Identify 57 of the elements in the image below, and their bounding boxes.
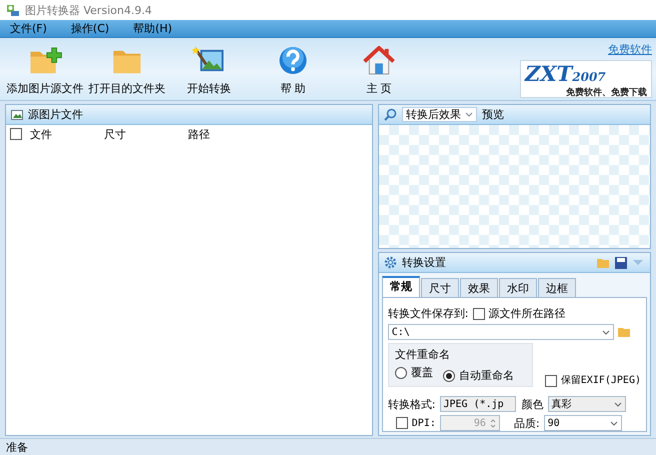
- gear-icon: [384, 256, 397, 269]
- output-path-field[interactable]: C:\: [388, 324, 614, 340]
- column-header[interactable]: 尺寸: [104, 126, 188, 142]
- toolbar-button[interactable]: 打开目的文件夹: [86, 38, 168, 100]
- quality-label: 品质:: [514, 416, 540, 430]
- column-header[interactable]: 路径: [188, 126, 268, 142]
- color-label: 颜色: [522, 396, 544, 412]
- group-title: 文件重命名: [394, 347, 451, 362]
- checkbox[interactable]: [10, 128, 22, 140]
- toolbar-button[interactable]: 主 页: [336, 38, 422, 100]
- checkbox[interactable]: [396, 417, 408, 429]
- tab[interactable]: 水印: [498, 278, 537, 297]
- house-icon: [363, 46, 395, 75]
- format-dropdown[interactable]: JPEG (*.jp: [440, 396, 516, 412]
- radio-button[interactable]: [394, 366, 407, 378]
- caret-icon: [610, 420, 618, 426]
- toolbar-button[interactable]: 帮 助: [250, 38, 336, 100]
- checkbox-label: 源文件所在路径: [488, 306, 566, 321]
- app-icon: [6, 4, 20, 16]
- save-icon[interactable]: [615, 256, 627, 268]
- caret-icon: [614, 402, 622, 406]
- caret-icon: [464, 112, 473, 117]
- quality-dropdown[interactable]: 90: [544, 415, 622, 431]
- radio-label: 覆盖: [410, 365, 433, 380]
- help-icon: [278, 46, 308, 75]
- tab[interactable]: 边框: [538, 278, 576, 297]
- color-dropdown[interactable]: 真彩: [548, 396, 626, 412]
- magnifier-icon: [384, 108, 397, 121]
- save-to-label: 转换文件保存到:: [388, 306, 468, 321]
- folder-plus-icon: [28, 46, 62, 75]
- caret-icon: [602, 330, 610, 334]
- tab[interactable]: 效果: [460, 278, 498, 297]
- preview-mode-dropdown[interactable]: 转换后效果: [402, 107, 477, 122]
- radio-label: 自动重命名: [458, 368, 514, 383]
- checkbox-label: 保留EXIF(JPEG): [560, 374, 641, 387]
- logo-banner: ZXT2007 免费软件、免费下载: [520, 60, 652, 98]
- window-title: 图片转换器 Version4.9.4: [25, 2, 152, 18]
- format-label: 转换格式:: [388, 396, 436, 412]
- checkbox[interactable]: [544, 375, 557, 387]
- status-text: 准备: [6, 440, 28, 454]
- radio-button[interactable]: [442, 370, 455, 382]
- toolbar-button[interactable]: 添加图片源文件: [4, 38, 86, 100]
- menu-item[interactable]: 操作(C): [66, 21, 114, 36]
- panel-title: 转换设置: [402, 255, 446, 270]
- column-header[interactable]: 文件: [30, 126, 104, 142]
- dpi-label: DPI:: [412, 418, 436, 428]
- toolbar-button[interactable]: 开始转换: [168, 38, 250, 100]
- preview-label: 预览: [482, 107, 504, 122]
- tab[interactable]: 常规: [382, 276, 420, 297]
- menu-item[interactable]: 文件(F): [6, 21, 51, 36]
- panel-title: 源图片文件: [28, 107, 83, 122]
- free-software-link[interactable]: 免费软件: [608, 42, 652, 57]
- tab[interactable]: 尺寸: [420, 278, 459, 297]
- spinner-arrows-icon: [490, 418, 496, 428]
- menu-item[interactable]: 帮助(H): [129, 21, 176, 36]
- checkbox[interactable]: [472, 308, 484, 320]
- picture-icon: [11, 110, 23, 120]
